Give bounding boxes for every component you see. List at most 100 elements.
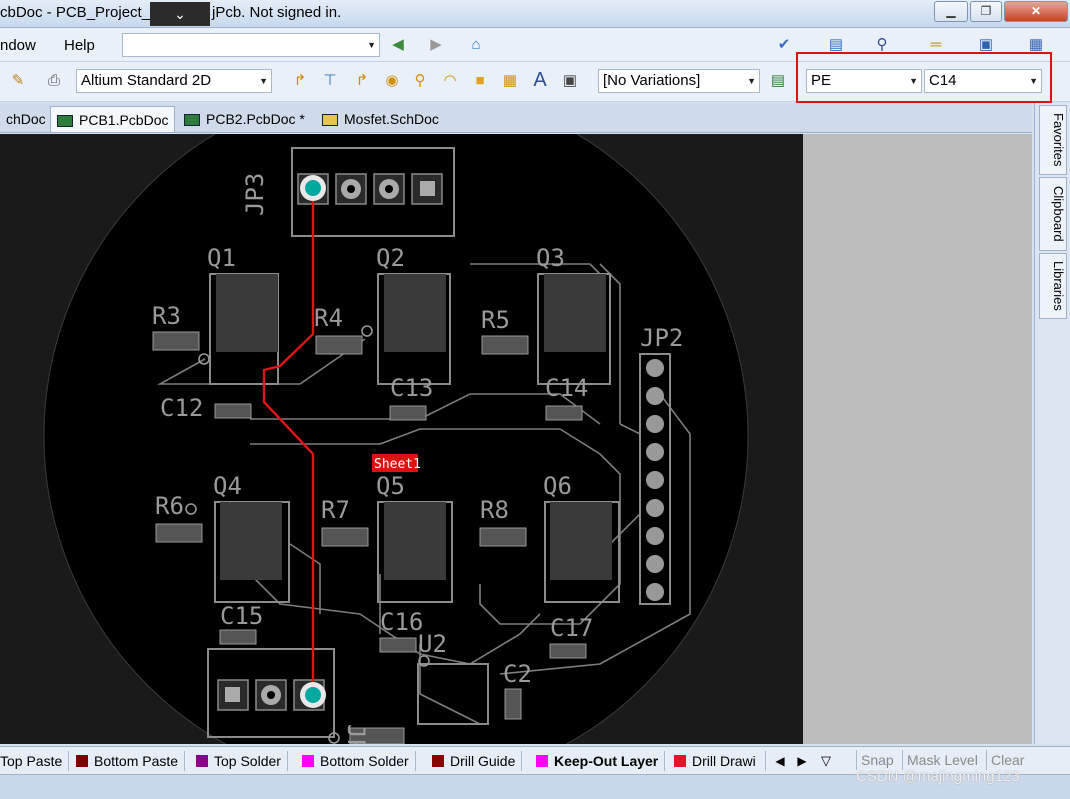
printer-icon[interactable]: ⎙: [44, 71, 64, 91]
pcb-toolbar: ✎ ⎙ Altium Standard 2D ▼ ↱ ⊤ ↱ ◉ ⚲ ◠ ■ ▦ …: [0, 62, 1070, 102]
label-c16: C16: [380, 608, 423, 636]
binoculars-icon[interactable]: ⚲: [872, 35, 892, 55]
sch-doc-icon: [322, 114, 338, 127]
grid-icon[interactable]: ▦: [1026, 35, 1046, 55]
label-c17: C17: [550, 614, 593, 642]
label-r4: R4: [314, 304, 343, 332]
layer-tab-drill-guide[interactable]: Drill Guide: [432, 751, 523, 771]
arc-icon[interactable]: ◠: [440, 71, 460, 91]
pcb-doc-icon: [57, 115, 73, 128]
label-c2: C2: [503, 660, 532, 688]
layer-swatch: [76, 755, 88, 767]
watermark: CSDN @majingming123: [856, 768, 1020, 785]
label-jp3: JP3: [241, 173, 269, 216]
label-q1: Q1: [207, 244, 236, 272]
pencil-icon[interactable]: ✎: [8, 71, 28, 91]
layer-tab-bottom-solder[interactable]: Bottom Solder: [302, 751, 416, 771]
fill-icon[interactable]: ■: [470, 71, 490, 91]
component-icon[interactable]: ▣: [560, 71, 580, 91]
address-combo[interactable]: ▼: [122, 33, 380, 57]
label-c12: C12: [160, 394, 203, 422]
window-title-left: cbDoc - PCB_Project_1: [0, 4, 159, 21]
title-bar: cbDoc - PCB_Project_1 jPcb. Not signed i…: [0, 0, 1070, 28]
layer-tab-top-paste[interactable]: Top Paste: [0, 751, 70, 771]
pad-icon[interactable]: ◉: [382, 71, 402, 91]
snap-button[interactable]: Snap: [856, 750, 898, 770]
via-icon[interactable]: ⚲: [410, 71, 430, 91]
layer-tab-bottom-paste[interactable]: Bottom Paste: [76, 751, 186, 771]
side-tab-libraries[interactable]: Libraries: [1039, 253, 1067, 319]
label-q6: Q6: [543, 472, 572, 500]
view-config-combo[interactable]: Altium Standard 2D ▼: [76, 69, 272, 93]
side-panel: Favorites Clipboard Libraries: [1034, 103, 1070, 744]
label-u2: U2: [418, 630, 447, 658]
title-dropdown[interactable]: ⌄: [150, 2, 210, 26]
label-r3: R3: [152, 302, 181, 330]
align-icon[interactable]: ▤: [826, 35, 846, 55]
minimize-button[interactable]: ▁: [934, 1, 968, 22]
sheet1-label: Sheet1: [374, 457, 421, 472]
window-title-right: jPcb. Not signed in.: [212, 4, 342, 21]
back-icon[interactable]: ◀: [388, 35, 408, 55]
label-r7: R7: [321, 496, 350, 524]
document-tabs: chDoc PCB1.PcbDoc PCB2.PcbDoc * Mosfet.S…: [0, 103, 1032, 133]
diff-pair-icon[interactable]: ⊤: [320, 71, 340, 91]
tab-mosfet[interactable]: Mosfet.SchDoc: [316, 106, 445, 132]
maximize-button[interactable]: ❐: [970, 1, 1002, 22]
label-q2: Q2: [376, 244, 405, 272]
clear-button[interactable]: Clear: [986, 750, 1028, 770]
scroll-left-icon[interactable]: ◀: [770, 751, 790, 771]
trace-pad-top-inner: [305, 180, 321, 196]
mask-level-button[interactable]: Mask Level: [902, 750, 982, 770]
layer-swatch: [196, 755, 208, 767]
label-r8: R8: [480, 496, 509, 524]
menu-bar: ndow Help ▼ ◀ ▶ ⌂ ✔ ▤ ⚲ ═ ▣ ▦: [0, 28, 1070, 62]
label-jp2: JP2: [640, 324, 683, 352]
text-icon[interactable]: A: [530, 70, 550, 90]
board-icon[interactable]: ▤: [768, 71, 788, 91]
label-q5: Q5: [376, 472, 405, 500]
tab-pcb2[interactable]: PCB2.PcbDoc *: [178, 106, 311, 132]
trace-pad-bottom-inner: [305, 687, 321, 703]
jp2-pins: [646, 359, 664, 601]
net-class-combo[interactable]: PE ▼: [806, 69, 922, 93]
label-q3: Q3: [536, 244, 565, 272]
label-jp1: JP1: [342, 724, 370, 744]
layer-swatch: [674, 755, 686, 767]
scroll-right-icon[interactable]: ▶: [792, 751, 812, 771]
pcb-canvas[interactable]: Sheet1 JP3 Q1 Q2 Q3 R3 R4 R5 JP2 C12 C13…: [0, 134, 1032, 744]
home-icon[interactable]: ⌂: [466, 35, 486, 55]
layer-tab-keep-out[interactable]: Keep-Out Layer: [536, 751, 666, 771]
polygon-icon[interactable]: ▦: [500, 71, 520, 91]
variations-combo[interactable]: [No Variations] ▼: [598, 69, 760, 93]
pcb-view[interactable]: Sheet1 JP3 Q1 Q2 Q3 R3 R4 R5 JP2 C12 C13…: [0, 134, 1032, 744]
multi-route-icon[interactable]: ↱: [352, 71, 372, 91]
close-button[interactable]: ✕: [1004, 1, 1068, 22]
menu-help[interactable]: Help: [64, 37, 95, 54]
check-icon[interactable]: ✔: [774, 35, 794, 55]
route-icon[interactable]: ↱: [290, 71, 310, 91]
tab-schdoc[interactable]: chDoc: [0, 106, 52, 132]
side-tab-favorites[interactable]: Favorites: [1039, 105, 1067, 175]
forward-icon[interactable]: ▶: [426, 35, 446, 55]
component-combo[interactable]: C14 ▼: [924, 69, 1042, 93]
layer-swatch: [432, 755, 444, 767]
label-r5: R5: [481, 306, 510, 334]
layer-filter-icon[interactable]: ▽: [816, 751, 836, 771]
layer-tab-top-solder[interactable]: Top Solder: [196, 751, 288, 771]
canvas-bg: [803, 134, 1032, 744]
tab-pcb1[interactable]: PCB1.PcbDoc: [50, 106, 176, 132]
ruler-icon[interactable]: ═: [926, 35, 946, 55]
label-c14: C14: [545, 374, 588, 402]
layer-swatch: [536, 755, 548, 767]
layer-swatch: [302, 755, 314, 767]
label-r6: R6: [155, 492, 184, 520]
window-icon[interactable]: ▣: [976, 35, 996, 55]
menu-window[interactable]: ndow: [0, 37, 36, 54]
label-c13: C13: [390, 374, 433, 402]
pcb-doc-icon: [184, 114, 200, 127]
layer-tab-drill-drawing[interactable]: Drill Drawi: [674, 751, 766, 771]
label-c15: C15: [220, 602, 263, 630]
side-tab-clipboard[interactable]: Clipboard: [1039, 177, 1067, 251]
label-q4: Q4: [213, 472, 242, 500]
